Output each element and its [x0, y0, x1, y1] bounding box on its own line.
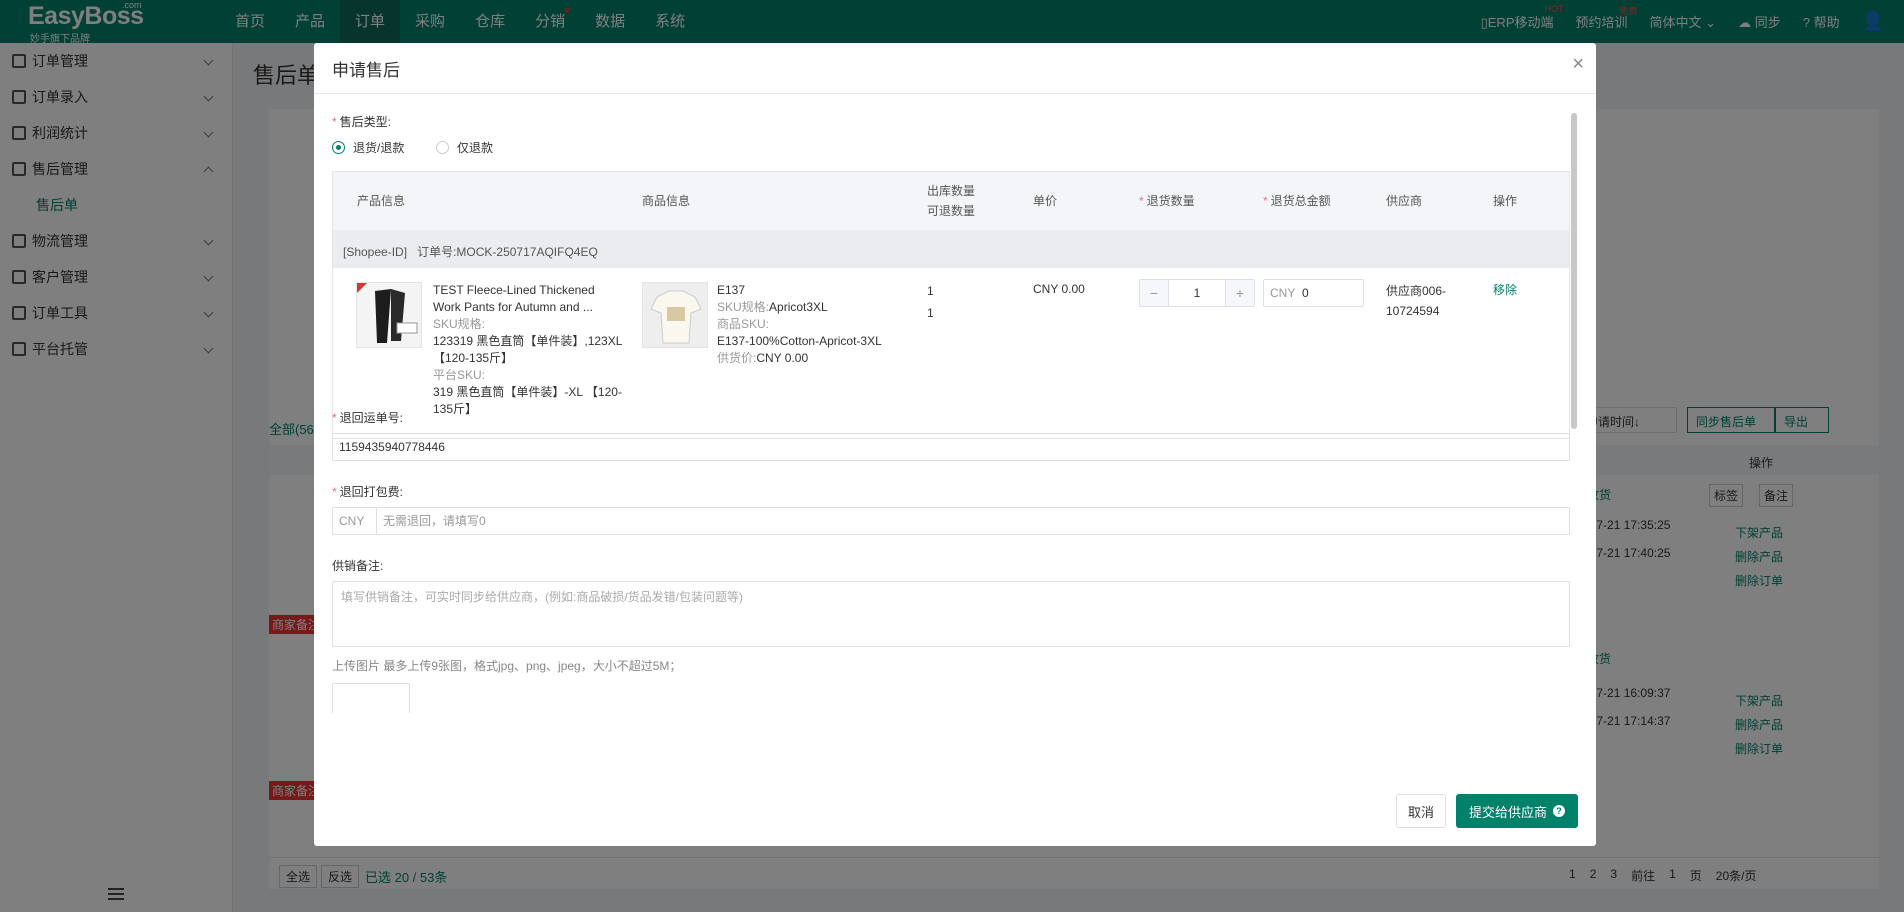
product-title: TEST Fleece-Lined Thickened Work Pants f…: [433, 283, 595, 314]
upload-hint: 上传图片 最多上传9张图，格式jpg、png、jpeg，大小不超过5M；: [332, 659, 682, 673]
goods-code-label: 商品SKU:: [717, 317, 770, 331]
return-qty-stepper[interactable]: − 1 +: [1139, 279, 1255, 307]
supply-price-value: CNY 0.00: [756, 351, 809, 365]
col-return-amount: * 退货总金额: [1263, 192, 1331, 209]
platform-sku-label: 平台SKU:: [433, 368, 486, 382]
sku-label: SKU规格:: [433, 317, 486, 331]
upload-box[interactable]: [332, 683, 410, 713]
shop-name: [Shopee-ID]: [343, 245, 408, 259]
after-sales-type-label: * 售后类型:: [332, 113, 391, 130]
remark-textarea[interactable]: 填写供销备注，可实时同步给供应商，(例如:商品破损/货品发错/包装问题等): [332, 581, 1570, 647]
col-supplier: 供应商: [1386, 194, 1423, 208]
submit-label: 提交给供应商: [1468, 804, 1547, 820]
question-icon: ?: [1553, 805, 1565, 817]
unit-price: CNY 0.00: [1033, 282, 1085, 296]
currency-prefix: CNY: [339, 508, 377, 534]
col-quantities: 出库数量 可退数量: [927, 181, 975, 221]
modal-title: 申请售后: [332, 60, 400, 80]
refundable-qty: 1: [927, 306, 934, 320]
radio-refund-only[interactable]: 仅退款: [436, 139, 493, 156]
col-unit-price: 单价: [1033, 194, 1058, 208]
order-group-row: [Shopee-ID] 订单号:MOCK-250717AQIFQ4EQ: [333, 230, 1569, 268]
radio-label: 仅退款: [457, 141, 494, 155]
goods-sku-value: Apricot3XL: [769, 300, 828, 314]
required-mark: *: [332, 485, 337, 499]
supply-price-label: 供货价:: [717, 351, 757, 365]
remark-label: 供销备注:: [332, 559, 384, 573]
product-table: 产品信息 商品信息 出库数量 可退数量 单价 * 退货数量 * 退货总金额 供应商 操…: [332, 171, 1570, 439]
col-label: 退货数量: [1146, 194, 1195, 208]
required-mark: *: [1263, 194, 1268, 208]
order-no-label: 订单号:: [417, 245, 457, 259]
close-icon[interactable]: ×: [1572, 53, 1584, 76]
product-info: TEST Fleece-Lined Thickened Work Pants f…: [433, 282, 623, 418]
supplier-name: 供应商006-10724594: [1386, 284, 1447, 318]
platform-sku-value: 319 黑色直筒【单件装】-XL 【120-135斤】: [433, 385, 622, 416]
goods-sku-label: SKU规格:: [717, 300, 770, 314]
return-qty-value[interactable]: 1: [1168, 280, 1226, 306]
right-dock: [1886, 660, 1904, 900]
package-fee-input[interactable]: CNY 无需退回，请填写0: [332, 507, 1570, 535]
radio-return-refund[interactable]: 退货/退款: [332, 139, 404, 156]
col-label: 退货总金额: [1270, 194, 1331, 208]
submit-to-supplier-button[interactable]: 提交给供应商?: [1456, 794, 1578, 828]
tshirt-image: [643, 283, 707, 347]
required-mark: *: [332, 411, 337, 425]
col-product-info: 产品信息: [357, 194, 406, 208]
tracking-label: * 退回运单号:: [332, 409, 403, 426]
table-header: 产品信息 商品信息 出库数量 可退数量 单价 * 退货数量 * 退货总金额 供应商 操…: [333, 172, 1569, 230]
required-mark: *: [332, 115, 337, 129]
modal-header: 申请售后: [314, 43, 1596, 94]
product-image: [356, 282, 422, 348]
after-sales-modal: 申请售后 × * 售后类型: 退货/退款 仅退款 产品信息 商品信息 出库数量 可退…: [314, 43, 1596, 846]
col-refundable-qty: 可退数量: [927, 204, 976, 218]
order-no: MOCK-250717AQIFQ4EQ: [456, 245, 598, 259]
label-text: 退回打包费:: [339, 485, 404, 499]
minus-icon[interactable]: −: [1140, 280, 1168, 306]
label-text: 退回运单号:: [339, 411, 404, 425]
radio-dot: [436, 141, 449, 154]
sku-value: 123319 黑色直筒【单件装】,123XL 【120-135斤】: [433, 334, 622, 365]
out-qty: 1: [927, 284, 934, 298]
goods-info: E137 SKU规格:Apricot3XL 商品SKU: E137-100%Co…: [717, 282, 907, 367]
col-out-qty: 出库数量: [927, 184, 976, 198]
tracking-input[interactable]: 1159435940778446: [332, 433, 1570, 461]
pants-image: [357, 283, 421, 347]
goods-image: [642, 282, 708, 348]
col-goods-info: 商品信息: [642, 194, 691, 208]
modal-body: * 售后类型: 退货/退款 仅退款 产品信息 商品信息 出库数量 可退数量 单价 *…: [332, 113, 1574, 783]
required-mark: *: [1139, 194, 1144, 208]
label-text: 售后类型:: [339, 115, 392, 129]
currency-prefix: CNY: [1270, 286, 1296, 300]
return-amount-value: 0: [1302, 286, 1309, 300]
placeholder-text: 无需退回，请填写0: [383, 514, 486, 528]
radio-label: 退货/退款: [353, 141, 405, 155]
cancel-button[interactable]: 取消: [1396, 794, 1446, 828]
return-amount-input[interactable]: CNY 0: [1263, 279, 1364, 307]
col-actions: 操作: [1493, 194, 1518, 208]
plus-icon[interactable]: +: [1226, 280, 1254, 306]
col-return-qty: * 退货数量: [1139, 192, 1195, 209]
qty-info: 1 1: [927, 280, 934, 324]
remove-link[interactable]: 移除: [1493, 282, 1517, 299]
radio-dot-checked: [332, 141, 345, 154]
goods-code: E137: [717, 283, 746, 297]
package-fee-label: * 退回打包费:: [332, 483, 403, 500]
goods-code-value: E137-100%Cotton-Apricot-3XL: [717, 334, 882, 348]
